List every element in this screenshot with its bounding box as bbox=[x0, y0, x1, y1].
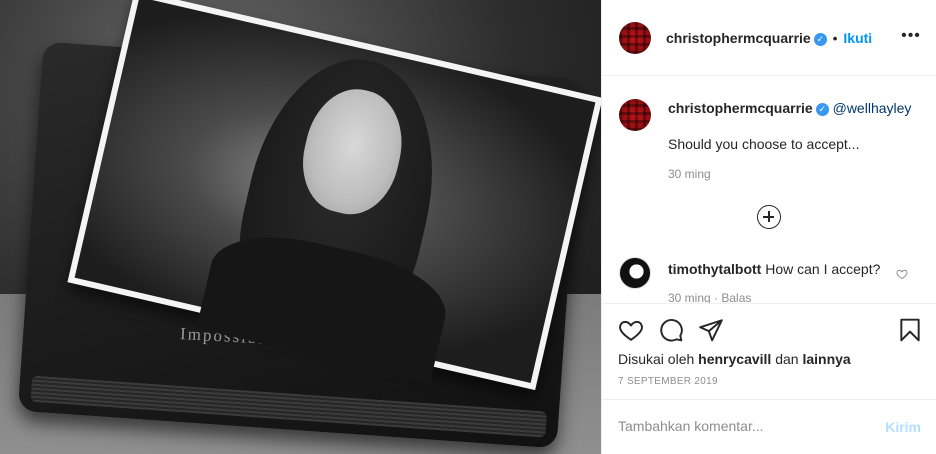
separator-dot: • bbox=[832, 30, 838, 46]
more-options-icon[interactable]: ••• bbox=[901, 28, 921, 44]
follow-button[interactable]: Ikuti bbox=[843, 30, 872, 46]
likes-prefix: Disukai oleh bbox=[618, 351, 695, 367]
likes-user[interactable]: henrycavill bbox=[698, 351, 771, 367]
author-line: christophermcquarrie ✓ • Ikuti bbox=[666, 30, 872, 46]
comment-line: timothytalbott How can I accept? bbox=[668, 261, 880, 277]
likes-conj: dan bbox=[775, 351, 799, 367]
verified-badge-icon: ✓ bbox=[813, 32, 827, 46]
post-comment-button[interactable]: Kirim bbox=[885, 419, 921, 435]
comment-meta[interactable]: 30 ming · Balas bbox=[668, 291, 751, 303]
caption-avatar[interactable] bbox=[619, 99, 651, 131]
save-bookmark-icon[interactable] bbox=[897, 317, 923, 343]
post-sidebar: christophermcquarrie ✓ • Ikuti ••• christ… bbox=[601, 0, 936, 454]
comments-section: christophermcquarrie ✓ @wellhayley Should… bbox=[602, 77, 936, 303]
post-photo[interactable]: Impossible Mission Force bbox=[0, 0, 601, 454]
like-comment-heart-icon[interactable] bbox=[896, 268, 908, 280]
commenter-username[interactable]: timothytalbott bbox=[668, 261, 761, 277]
post-header: christophermcquarrie ✓ • Ikuti ••• bbox=[602, 0, 936, 76]
load-more-comments-icon[interactable] bbox=[757, 205, 781, 229]
post-date[interactable]: 7 SEPTEMBER 2019 bbox=[618, 376, 718, 387]
comment-text: How can I accept? bbox=[765, 261, 881, 277]
post-actions: Disukai oleh henrycavill dan lainnya 7 S… bbox=[602, 303, 936, 399]
comment-bubble-icon[interactable] bbox=[658, 317, 684, 343]
caption-mention[interactable]: @wellhayley bbox=[833, 100, 912, 116]
likes-summary[interactable]: Disukai oleh henrycavill dan lainnya bbox=[618, 351, 851, 367]
caption-line: christophermcquarrie ✓ @wellhayley bbox=[668, 100, 911, 116]
add-comment-bar: Kirim bbox=[602, 399, 936, 454]
likes-others[interactable]: lainnya bbox=[802, 351, 850, 367]
commenter-avatar[interactable] bbox=[619, 257, 651, 289]
caption-username[interactable]: christophermcquarrie bbox=[668, 100, 813, 116]
caption-time[interactable]: 30 ming bbox=[668, 167, 711, 181]
author-avatar[interactable] bbox=[619, 22, 651, 54]
verified-badge-icon: ✓ bbox=[815, 102, 829, 116]
caption-text: Should you choose to accept... bbox=[668, 136, 860, 152]
share-paper-plane-icon[interactable] bbox=[698, 317, 724, 343]
comment-input[interactable] bbox=[618, 414, 868, 438]
author-username[interactable]: christophermcquarrie bbox=[666, 30, 811, 46]
like-heart-icon[interactable] bbox=[618, 317, 644, 343]
